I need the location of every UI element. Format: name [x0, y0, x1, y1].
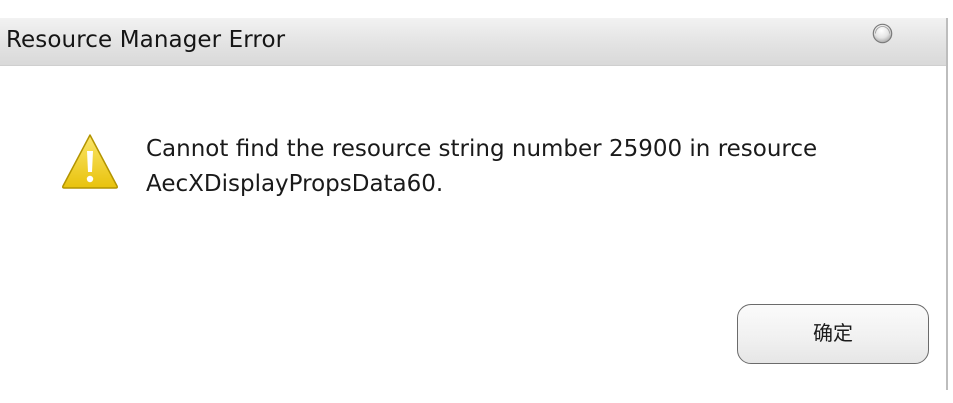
dialog-title: Resource Manager Error — [6, 27, 286, 53]
message-line-1: Cannot find the resource string number 2… — [146, 136, 818, 162]
page: Resource Manager Error Cannot find the r… — [0, 0, 953, 403]
title-bar[interactable]: Resource Manager Error — [0, 18, 946, 66]
error-dialog: Resource Manager Error Cannot find the r… — [0, 18, 948, 390]
ok-button[interactable]: 确定 — [737, 304, 929, 364]
warning-icon — [61, 134, 119, 189]
message-line-2: AecXDisplayPropsData60. — [146, 171, 444, 197]
window-orb-icon[interactable] — [872, 23, 893, 44]
error-message: Cannot find the resource string number 2… — [146, 132, 906, 202]
